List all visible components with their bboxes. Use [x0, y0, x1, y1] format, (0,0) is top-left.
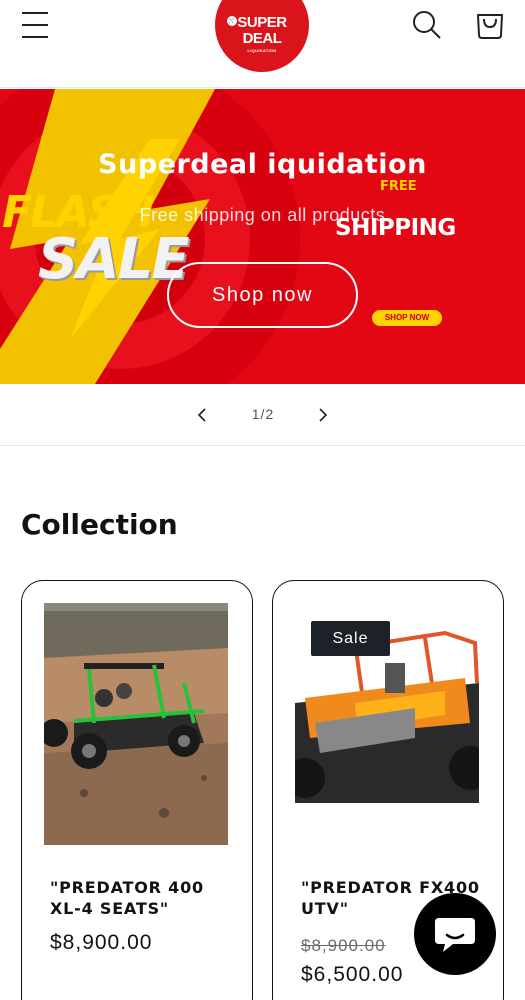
product-card[interactable]: "PREDATOR 400 XL-4 SEATS" $8,900.00	[21, 580, 253, 1000]
product-compare-price: $8,900.00	[301, 936, 386, 955]
collection-title: Collection	[21, 508, 178, 541]
product-title[interactable]: "PREDATOR 400 XL-4 SEATS"	[50, 877, 230, 919]
banner-title: Superdeal iquidation	[98, 149, 427, 180]
cart-icon[interactable]	[473, 7, 507, 41]
logo-text-super: SUPER	[237, 14, 287, 31]
search-icon[interactable]	[410, 8, 444, 42]
chat-icon[interactable]	[414, 893, 496, 975]
chevron-right-icon[interactable]	[311, 401, 335, 429]
banner-art-sale: SALE	[38, 227, 190, 292]
product-sale-price: $6,500.00	[301, 963, 404, 986]
logo[interactable]: 🛒 SUPER DEAL LIQUIDATION	[215, 0, 309, 72]
sale-badge: Sale	[311, 621, 390, 656]
banner-art-free: FREE	[380, 179, 417, 194]
slideshow-controls: 1/2	[0, 384, 525, 446]
chevron-left-icon[interactable]	[190, 401, 214, 429]
banner-art-shop-now: SHOP NOW	[372, 310, 442, 326]
logo-cart-icon: 🛒	[227, 16, 237, 26]
product-price: $8,900.00	[50, 931, 153, 954]
product-image[interactable]	[44, 603, 228, 845]
site-header: 🛒 SUPER DEAL LIQUIDATION	[0, 0, 525, 88]
hero-banner: FLASH SALE FREE SHIPPING SHOP NOW Superd…	[0, 89, 525, 384]
shop-now-button[interactable]: Shop now	[167, 262, 358, 328]
logo-text-deal: DEAL	[242, 30, 282, 47]
banner-subtitle: Free shipping on all products	[139, 205, 386, 225]
menu-icon[interactable]	[20, 10, 50, 40]
slide-counter: 1/2	[251, 406, 275, 422]
logo-text-liquidation: LIQUIDATION	[247, 48, 277, 53]
